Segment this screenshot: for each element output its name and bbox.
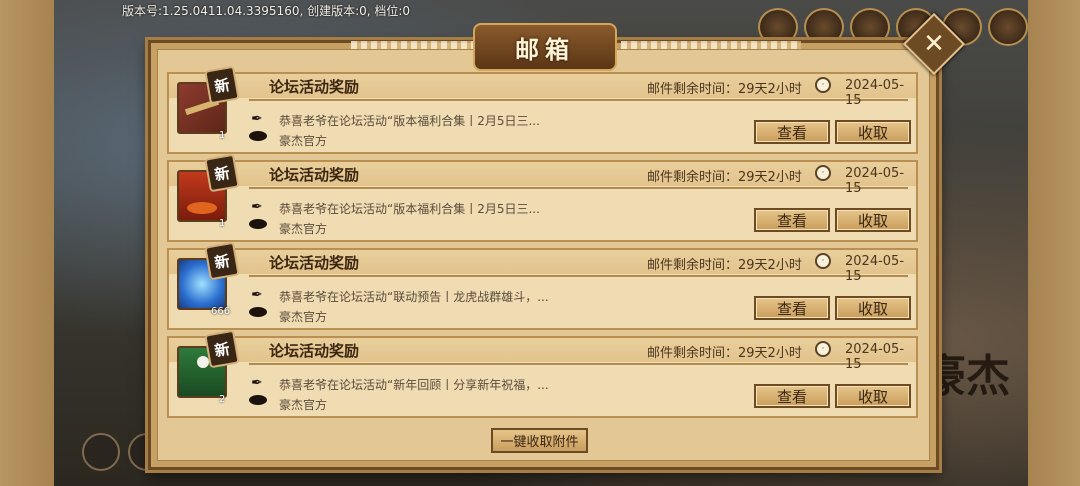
mail-description: 恭喜老爷在论坛活动“新年回顾丨分享新年祝福，... <box>279 378 549 392</box>
mail-remaining-time: 邮件剩余时间：29天2小时 <box>647 258 802 273</box>
view-button[interactable]: 查看 <box>754 296 830 320</box>
mail-subject: 论坛活动奖励 <box>269 166 360 184</box>
clock-icon: · <box>815 165 831 181</box>
new-badge: 新 <box>204 329 240 369</box>
ink-icon <box>249 219 267 229</box>
mail-date: 2024-05-15 <box>845 166 905 196</box>
ink-icon <box>249 131 267 141</box>
mail-sender: 豪杰官方 <box>279 134 328 148</box>
mail-date: 2024-05-15 <box>845 342 905 372</box>
new-badge: 新 <box>204 153 240 193</box>
item-quantity: 2 <box>219 394 226 405</box>
view-button[interactable]: 查看 <box>754 120 830 144</box>
mail-description: 恭喜老爷在论坛活动“版本福利合集丨2月5日三... <box>279 114 540 128</box>
mail-divider <box>249 187 908 189</box>
mail-divider <box>249 363 908 365</box>
menu-icon-6[interactable] <box>988 8 1028 46</box>
brush-icon: ✒ <box>251 287 263 303</box>
clock-icon: · <box>815 77 831 93</box>
claim-button[interactable]: 收取 <box>835 296 911 320</box>
brush-icon: ✒ <box>251 199 263 215</box>
ink-icon <box>249 307 267 317</box>
mail-description: 恭喜老爷在论坛活动“版本福利合集丨2月5日三... <box>279 202 540 216</box>
claim-all-button[interactable]: 一键收取附件 <box>491 428 588 453</box>
view-button[interactable]: 查看 <box>754 384 830 408</box>
mail-remaining-time: 邮件剩余时间：29天2小时 <box>647 170 802 185</box>
ink-icon <box>249 395 267 405</box>
item-quantity: 1 <box>219 218 226 229</box>
mail-description: 恭喜老爷在论坛活动“联动预告丨龙虎战群雄斗，... <box>279 290 549 304</box>
version-info: 版本号:1.25.0411.04.3395160, 创建版本:0, 档位:0 <box>122 4 411 18</box>
mailbox-title: 邮箱 <box>473 23 617 71</box>
mail-sender: 豪杰官方 <box>279 310 328 324</box>
clock-icon: · <box>815 253 831 269</box>
claim-button[interactable]: 收取 <box>835 384 911 408</box>
mail-subject: 论坛活动奖励 <box>269 254 360 272</box>
mail-date: 2024-05-15 <box>845 254 905 284</box>
left-border <box>0 0 54 486</box>
new-badge: 新 <box>204 241 240 281</box>
brush-icon: ✒ <box>251 111 263 127</box>
mail-subject: 论坛活动奖励 <box>269 342 360 360</box>
mail-sender: 豪杰官方 <box>279 222 328 236</box>
mail-remaining-time: 邮件剩余时间：29天2小时 <box>647 346 802 361</box>
mail-divider <box>249 275 908 277</box>
mail-item: 2 新 论坛活动奖励 邮件剩余时间：29天2小时 · 2024-05-15 ✒ … <box>167 329 918 418</box>
bottom-button-1[interactable] <box>82 433 120 471</box>
new-badge: 新 <box>204 65 240 105</box>
title-decoration-right <box>621 41 801 49</box>
close-icon: ✕ <box>923 29 945 59</box>
mail-date: 2024-05-15 <box>845 78 905 108</box>
mail-item: 666 新 论坛活动奖励 邮件剩余时间：29天2小时 · 2024-05-15 … <box>167 241 918 330</box>
mail-remaining-time: 邮件剩余时间：29天2小时 <box>647 82 802 97</box>
claim-button[interactable]: 收取 <box>835 120 911 144</box>
mail-subject: 论坛活动奖励 <box>269 78 360 96</box>
item-quantity: 666 <box>211 306 231 317</box>
mail-divider <box>249 99 908 101</box>
view-button[interactable]: 查看 <box>754 208 830 232</box>
mail-item: 1 新 论坛活动奖励 邮件剩余时间：29天2小时 · 2024-05-15 ✒ … <box>167 153 918 242</box>
mail-sender: 豪杰官方 <box>279 398 328 412</box>
claim-button[interactable]: 收取 <box>835 208 911 232</box>
right-border <box>1028 0 1080 486</box>
brush-icon: ✒ <box>251 375 263 391</box>
mail-item: 1 新 论坛活动奖励 邮件剩余时间：29天2小时 · 2024-05-15 ✒ … <box>167 65 918 154</box>
item-quantity: 1 <box>219 130 226 141</box>
clock-icon: · <box>815 341 831 357</box>
